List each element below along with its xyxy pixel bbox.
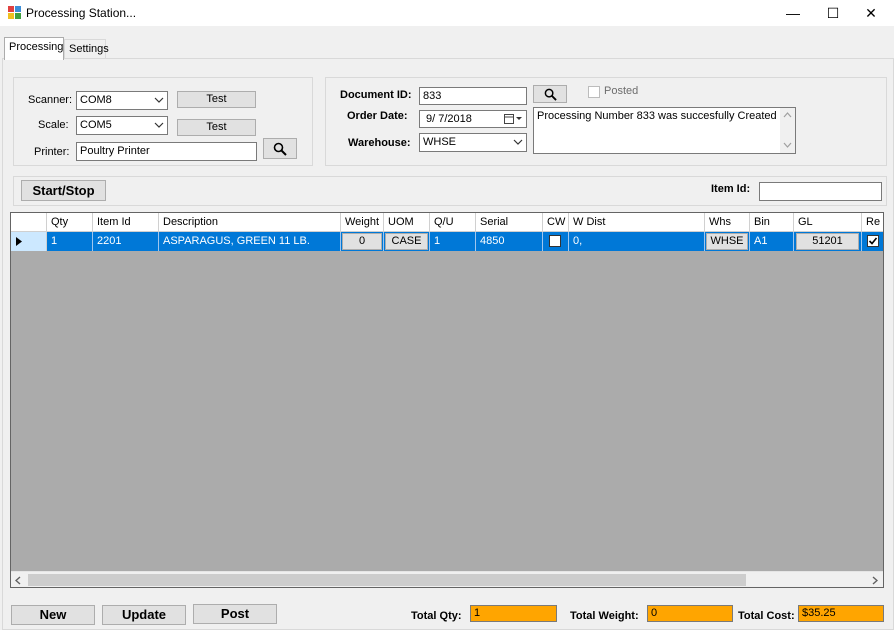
cw-checkbox[interactable]: [549, 235, 561, 247]
scanner-select[interactable]: COM8: [76, 91, 168, 110]
re-checkbox[interactable]: [867, 235, 879, 247]
cell-description[interactable]: ASPARAGUS, GREEN 11 LB.: [159, 232, 341, 251]
order-date-picker[interactable]: 9/ 7/2018: [419, 110, 527, 128]
item-id-field[interactable]: [759, 182, 882, 201]
minimize-button[interactable]: —: [774, 0, 812, 26]
scanner-label: Scanner:: [28, 94, 73, 106]
warehouse-value: WHSE: [423, 136, 456, 148]
cell-serial[interactable]: 4850: [476, 232, 543, 251]
weight-button[interactable]: 0: [342, 233, 382, 250]
gl-button[interactable]: 51201: [796, 233, 859, 250]
warehouse-select[interactable]: WHSE: [419, 133, 527, 152]
order-date-value: 9/ 7/2018: [426, 113, 472, 125]
col-header-serial[interactable]: Serial: [476, 213, 543, 232]
tab-settings[interactable]: Settings: [64, 39, 109, 59]
total-qty-label: Total Qty:: [411, 610, 462, 622]
grid-horizontal-scrollbar[interactable]: [11, 571, 883, 587]
total-qty-field: 1: [470, 605, 557, 622]
message-scrollbar[interactable]: [780, 108, 795, 153]
total-cost-label: Total Cost:: [738, 610, 795, 622]
current-row-arrow-icon: [16, 237, 22, 246]
tab-processing[interactable]: Processing: [4, 37, 64, 60]
uom-button[interactable]: CASE: [385, 233, 428, 250]
cell-item-id[interactable]: 2201: [93, 232, 159, 251]
app-icon: [8, 6, 21, 19]
title-bar: Processing Station... — ☐ ✕: [0, 0, 894, 26]
col-header-weight[interactable]: Weight: [341, 213, 384, 232]
cell-qu[interactable]: 1: [430, 232, 476, 251]
posted-label: Posted: [604, 85, 639, 97]
update-button[interactable]: Update: [102, 605, 186, 625]
search-icon: [273, 142, 287, 156]
scroll-up-icon: [783, 112, 792, 118]
post-button[interactable]: Post: [193, 604, 277, 624]
cell-cw: [543, 232, 569, 251]
cell-bin[interactable]: A1: [750, 232, 794, 251]
printer-label: Printer:: [34, 146, 70, 158]
scroll-thumb[interactable]: [28, 574, 746, 586]
scale-test-button[interactable]: Test: [177, 119, 256, 136]
calendar-icon: [504, 114, 522, 124]
printer-field[interactable]: Poultry Printer: [76, 142, 257, 161]
cell-weight: 0: [341, 232, 384, 251]
scroll-down-icon: [783, 142, 792, 148]
items-grid[interactable]: Qty Item Id Description Weight UOM Q/U S…: [10, 212, 884, 588]
row-header-corner: [11, 213, 47, 232]
chevron-down-icon: [154, 122, 164, 128]
status-message-box[interactable]: Processing Number 833 was succesfully Cr…: [533, 107, 796, 154]
col-header-item-id[interactable]: Item Id: [93, 213, 159, 232]
whs-button[interactable]: WHSE: [706, 233, 748, 250]
cell-w-dist[interactable]: 0,: [569, 232, 705, 251]
order-date-label: Order Date:: [347, 110, 408, 122]
cell-whs: WHSE: [705, 232, 750, 251]
row-selector[interactable]: [11, 232, 47, 251]
col-header-qty[interactable]: Qty: [47, 213, 93, 232]
posted-checkbox[interactable]: [588, 86, 600, 98]
new-button[interactable]: New: [11, 605, 95, 625]
scroll-right-icon[interactable]: [872, 576, 878, 585]
chevron-down-icon: [154, 97, 164, 103]
start-stop-button[interactable]: Start/Stop: [21, 180, 106, 201]
printer-search-button[interactable]: [263, 138, 297, 159]
search-icon: [544, 88, 557, 101]
scanner-value: COM8: [80, 94, 112, 106]
close-button[interactable]: ✕: [852, 0, 890, 26]
scanner-test-button[interactable]: Test: [177, 91, 256, 108]
cell-gl: 51201: [794, 232, 862, 251]
col-header-gl[interactable]: GL: [794, 213, 862, 232]
chevron-down-icon: [513, 139, 523, 145]
col-header-w-dist[interactable]: W Dist: [569, 213, 705, 232]
col-header-whs[interactable]: Whs: [705, 213, 750, 232]
document-id-label: Document ID:: [340, 89, 412, 101]
document-search-button[interactable]: [533, 85, 567, 103]
document-id-field[interactable]: 833: [419, 87, 527, 105]
status-message: Processing Number 833 was succesfully Cr…: [537, 110, 777, 122]
total-weight-label: Total Weight:: [570, 610, 639, 622]
col-header-qu[interactable]: Q/U: [430, 213, 476, 232]
checkmark-icon: [868, 237, 878, 245]
scale-value: COM5: [80, 119, 112, 131]
cell-qty[interactable]: 1: [47, 232, 93, 251]
maximize-button[interactable]: ☐: [814, 0, 852, 26]
col-header-bin[interactable]: Bin: [750, 213, 794, 232]
col-header-description[interactable]: Description: [159, 213, 341, 232]
scale-label: Scale:: [38, 119, 69, 131]
window-title: Processing Station...: [26, 6, 137, 20]
cell-uom: CASE: [384, 232, 430, 251]
col-header-uom[interactable]: UOM: [384, 213, 430, 232]
total-cost-field: $35.25: [798, 605, 884, 622]
total-weight-field: 0: [647, 605, 733, 622]
scale-select[interactable]: COM5: [76, 116, 168, 135]
col-header-cw[interactable]: CW: [543, 213, 569, 232]
col-header-re[interactable]: Re: [862, 213, 883, 232]
warehouse-label: Warehouse:: [348, 137, 411, 149]
cell-re: [862, 232, 883, 251]
toolbar-panel: [13, 176, 887, 206]
item-id-label: Item Id:: [711, 183, 751, 195]
scroll-left-icon[interactable]: [15, 576, 21, 585]
